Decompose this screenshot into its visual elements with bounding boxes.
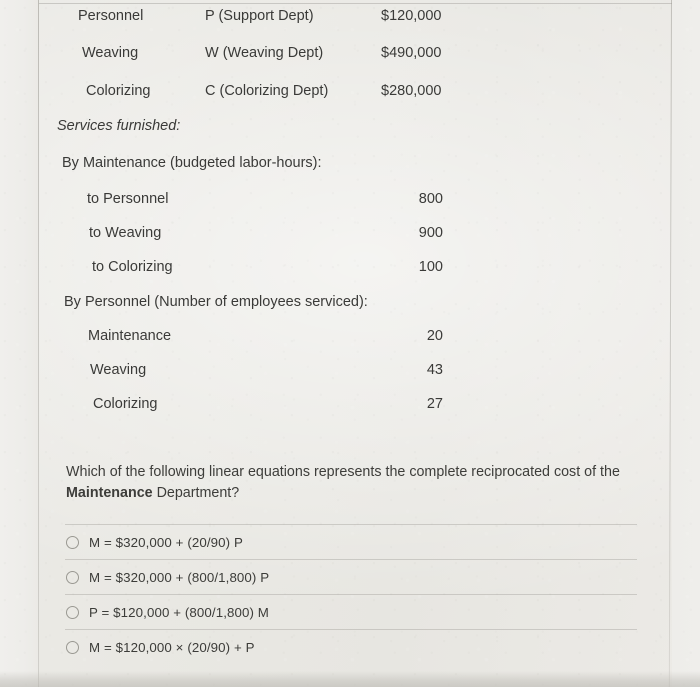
answer-option-d[interactable]: M = $120,000 × (20/90) + P	[65, 629, 637, 664]
department-name: Weaving	[82, 45, 139, 61]
table-row: Colorizing C (Colorizing Dept) $280,000	[0, 78, 700, 104]
department-amount: $280,000	[381, 83, 442, 99]
answer-option-label: M = $120,000 × (20/90) + P	[89, 639, 255, 655]
service-item-value-row: 20	[0, 323, 700, 349]
answer-options-list: M = $320,000 + (20/90) P M = $320,000 + …	[65, 524, 637, 664]
answer-option-a[interactable]: M = $320,000 + (20/90) P	[65, 524, 637, 559]
department-code: P (Support Dept)	[205, 8, 314, 24]
question-prompt: Which of the following linear equations …	[66, 462, 642, 504]
service-item-value: 100	[418, 259, 443, 275]
answer-option-b[interactable]: M = $320,000 + (800/1,800) P	[65, 559, 637, 594]
bottom-shadow-band	[0, 671, 700, 687]
service-item-value-row: 100	[0, 254, 700, 280]
services-group-title-maintenance: By Maintenance (budgeted labor-hours):	[62, 155, 322, 171]
answer-option-label: P = $120,000 + (800/1,800) M	[89, 604, 269, 620]
service-item-value-row: 43	[0, 357, 700, 383]
service-item-value-row: 800	[0, 186, 700, 212]
department-name: Colorizing	[86, 83, 151, 99]
question-content: Personnel P (Support Dept) $120,000 Weav…	[0, 0, 700, 687]
services-group-title-personnel: By Personnel (Number of employees servic…	[64, 294, 368, 310]
service-item-value: 43	[426, 362, 443, 378]
service-item-value-row: 27	[0, 391, 700, 417]
radio-button-icon[interactable]	[66, 535, 79, 549]
department-name: Personnel	[78, 8, 144, 24]
service-item-value-row: 900	[0, 220, 700, 246]
service-item-value: 900	[418, 225, 443, 241]
service-item-value: 800	[418, 191, 443, 207]
service-item-value: 20	[426, 328, 443, 344]
table-row: Personnel P (Support Dept) $120,000	[0, 3, 700, 29]
radio-button-icon[interactable]	[66, 605, 79, 619]
department-code: C (Colorizing Dept)	[205, 83, 329, 99]
question-text-part-1: Which of the following linear equations …	[66, 464, 620, 480]
answer-option-c[interactable]: P = $120,000 + (800/1,800) M	[65, 594, 637, 629]
department-amount: $490,000	[381, 45, 442, 61]
question-bold-term: Maintenance	[66, 485, 153, 501]
table-row: Weaving W (Weaving Dept) $490,000	[0, 40, 700, 66]
department-code: W (Weaving Dept)	[205, 45, 324, 61]
service-item-value: 27	[426, 396, 443, 412]
answer-option-label: M = $320,000 + (800/1,800) P	[89, 569, 270, 585]
radio-button-icon[interactable]	[66, 640, 79, 654]
page-surface: Personnel P (Support Dept) $120,000 Weav…	[0, 0, 700, 687]
answer-option-label: M = $320,000 + (20/90) P	[89, 534, 243, 550]
radio-button-icon[interactable]	[66, 570, 79, 584]
department-amount: $120,000	[381, 8, 442, 24]
services-furnished-heading: Services furnished:	[57, 118, 181, 134]
question-text-part-2: Department?	[152, 485, 240, 501]
